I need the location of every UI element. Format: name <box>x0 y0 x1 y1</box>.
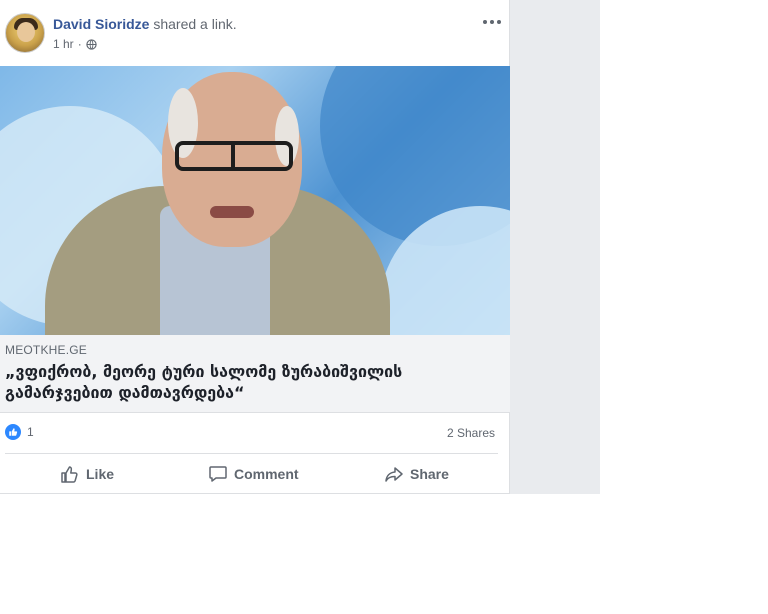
share-count[interactable]: 2 Shares <box>447 426 495 440</box>
comment-icon <box>209 466 227 482</box>
post-actions: Like Comment Share <box>0 455 510 493</box>
link-source: MEOTKHE.GE <box>5 343 88 357</box>
link-headline[interactable]: „ვფიქრობ, მეორე ტური სალომე ზურაბიშვილის… <box>5 361 503 403</box>
action-divider <box>5 453 498 454</box>
meta-separator: · <box>77 37 82 51</box>
like-label: Like <box>86 466 115 482</box>
avatar[interactable] <box>5 13 45 53</box>
post-meta: 1 hr · <box>53 37 97 51</box>
feed-post: David Sioridze shared a link. 1 hr · MEO… <box>0 0 510 494</box>
author-name[interactable]: David Sioridze <box>53 16 149 32</box>
right-gray-panel <box>510 0 600 494</box>
comment-button[interactable]: Comment <box>208 455 299 493</box>
like-button[interactable]: Like <box>60 455 114 493</box>
post-time[interactable]: 1 hr <box>53 37 74 51</box>
thumbs-up-icon <box>61 466 78 483</box>
like-reaction-icon <box>5 424 21 440</box>
globe-icon[interactable] <box>86 38 97 50</box>
post-header: David Sioridze shared a link. 1 hr · <box>0 0 510 66</box>
link-preview-image[interactable] <box>0 66 510 335</box>
comment-label: Comment <box>234 466 299 482</box>
like-count: 1 <box>27 425 34 439</box>
post-action-text: shared a link. <box>153 16 237 32</box>
reaction-summary[interactable]: 1 <box>5 424 34 440</box>
share-arrow-icon <box>385 467 403 482</box>
share-button[interactable]: Share <box>384 455 449 493</box>
more-icon[interactable] <box>482 14 502 30</box>
post-author-line: David Sioridze shared a link. <box>53 16 237 32</box>
share-label: Share <box>410 466 449 482</box>
